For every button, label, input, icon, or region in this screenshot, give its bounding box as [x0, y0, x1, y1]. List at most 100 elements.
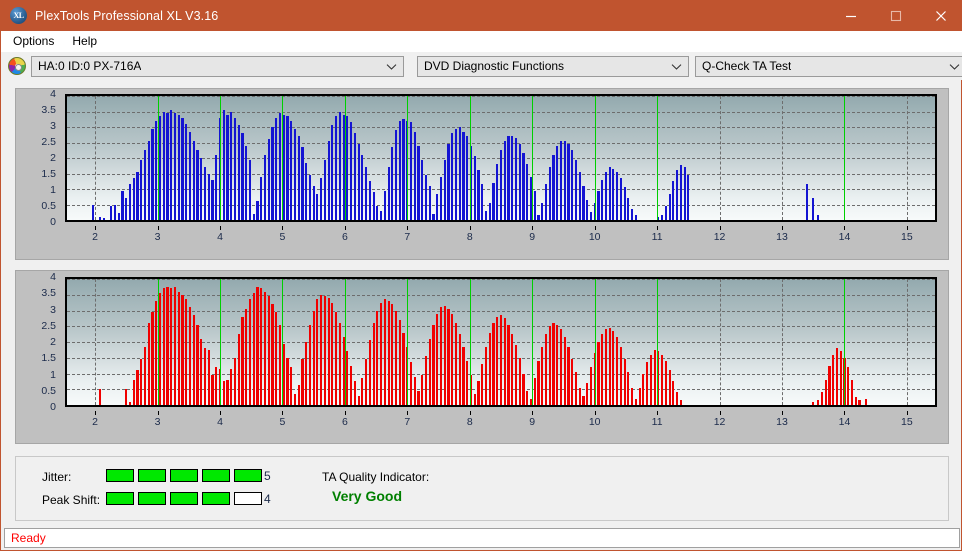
x-tick	[782, 226, 783, 230]
x-tick	[532, 411, 534, 415]
peak-shift-meter	[106, 492, 262, 505]
x-tick-label: 10	[588, 231, 601, 243]
chart-bar	[578, 171, 581, 220]
grid-line	[67, 96, 935, 97]
chart-bar	[424, 175, 428, 220]
marker-line	[282, 279, 284, 405]
chart-bar	[436, 193, 439, 220]
chart-bar	[828, 365, 831, 405]
y-tick-label: 4	[50, 271, 56, 283]
grid-line	[67, 111, 935, 113]
chart-bar	[627, 198, 630, 220]
y-tick-label: 1.5	[41, 168, 56, 180]
x-tick	[719, 411, 721, 415]
chart-bar	[181, 294, 184, 405]
function-select-value: DVD Diagnostic Functions	[424, 59, 565, 73]
chart-bar	[481, 364, 484, 405]
drive-select[interactable]: HA:0 ID:0 PX-716A	[31, 55, 404, 77]
chart-bar	[203, 167, 207, 220]
chart-bar	[177, 114, 180, 220]
x-tick-label: 8	[466, 231, 473, 243]
menu-item-help[interactable]: Help	[68, 33, 105, 50]
chart-bar	[638, 387, 641, 405]
chart-bar	[567, 144, 570, 220]
chart-bar	[391, 304, 394, 405]
chart-bar	[496, 316, 499, 405]
chart-bar	[387, 167, 390, 220]
x-tick-label: 2	[92, 416, 99, 428]
maximize-icon[interactable]	[873, 0, 918, 31]
chart-bar	[556, 145, 559, 220]
chart-bar	[331, 125, 334, 220]
chart-bar	[368, 181, 371, 220]
chart-bar	[526, 390, 529, 405]
y-axis-labels: 0 0.5 1 1.5 2 2.5 3 3.5 4	[24, 88, 58, 228]
chart-bar	[544, 184, 548, 220]
y-tick-label: 3	[50, 120, 56, 132]
chart-bar	[409, 122, 413, 220]
x-tick	[95, 226, 97, 230]
chart-bar	[275, 117, 278, 220]
chart-bar	[413, 131, 416, 220]
chart-bar	[839, 350, 842, 405]
chart-bar	[676, 392, 679, 405]
test-select[interactable]: Q-Check TA Test	[695, 55, 962, 77]
x-tick-label: 5	[279, 416, 286, 428]
chart-bar	[248, 299, 252, 405]
y-tick-label: 2.5	[41, 136, 56, 148]
chart-bar	[110, 206, 113, 220]
x-axis: 2 3 4 5 6 7 8 9 10 11 12 13 14 15	[67, 411, 935, 433]
x-tick-label: 10	[588, 416, 601, 428]
chart-bar	[451, 313, 454, 405]
chart-bar	[185, 299, 188, 405]
chart-bar	[548, 326, 551, 405]
chart-bar	[151, 128, 154, 220]
chart-bar	[687, 175, 690, 220]
chart-bar	[323, 159, 326, 220]
chart-bar	[170, 288, 173, 405]
bottom-plot-area	[65, 277, 937, 407]
close-icon[interactable]	[918, 0, 962, 31]
peak-shift-chart-panel: 0 0.5 1 1.5 2 2.5 3 3.5 4 2 3 4 5 6 7 8 9 10 11 12 13 14 15	[15, 270, 949, 444]
chart-bar	[507, 136, 510, 220]
grid-line	[67, 310, 935, 312]
ta-quality-value: Very Good	[332, 488, 403, 504]
chart-bar	[245, 145, 248, 220]
chart-bar	[181, 117, 184, 220]
chart-bar	[203, 348, 207, 405]
chart-bar	[200, 158, 203, 220]
chart-bar	[376, 310, 379, 405]
chart-bar	[372, 192, 375, 220]
chart-bar	[608, 327, 611, 405]
test-select-value: Q-Check TA Test	[702, 59, 792, 73]
chart-bar	[323, 296, 326, 405]
marker-line	[532, 279, 534, 405]
chart-bar	[162, 288, 165, 405]
chart-bar	[252, 213, 255, 220]
chart-bar	[383, 299, 386, 405]
chart-bar	[230, 368, 233, 405]
chart-bar	[436, 313, 439, 405]
chart-bar	[428, 338, 431, 405]
chart-bar	[597, 342, 600, 405]
chart-bar	[619, 178, 622, 220]
chart-bar	[604, 329, 607, 405]
chart-bar	[488, 332, 491, 405]
chart-bar	[245, 308, 248, 405]
menu-item-options[interactable]: Options	[9, 33, 62, 50]
x-tick-label: 9	[529, 231, 536, 243]
chart-bar	[623, 187, 626, 220]
chart-bar	[661, 215, 664, 220]
chart-bar	[417, 390, 420, 405]
chart-bar	[664, 360, 667, 405]
chart-bar	[398, 120, 401, 220]
chart-bar	[627, 371, 630, 405]
chart-bar	[492, 182, 495, 220]
chart-bar	[850, 379, 854, 405]
x-tick-label: 3	[154, 416, 161, 428]
function-select[interactable]: DVD Diagnostic Functions	[417, 55, 689, 77]
x-tick-label: 12	[713, 231, 726, 243]
chart-bar	[132, 178, 135, 220]
chart-bar	[679, 400, 682, 405]
minimize-icon[interactable]	[828, 0, 873, 31]
